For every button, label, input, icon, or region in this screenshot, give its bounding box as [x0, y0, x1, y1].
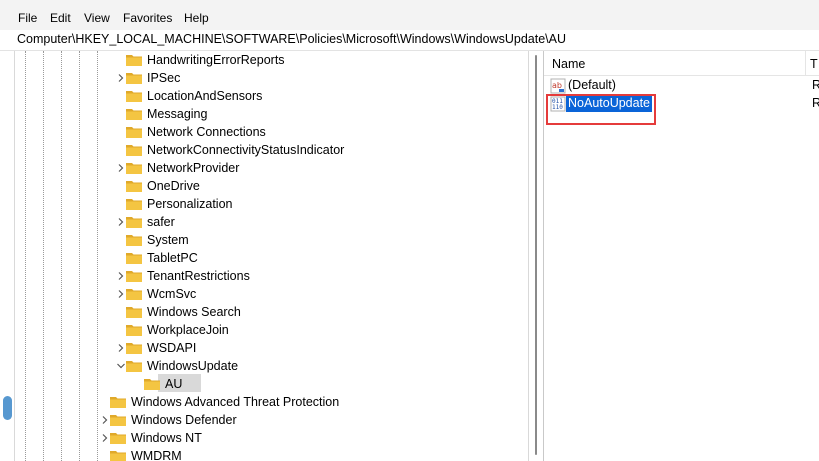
address-bar[interactable]: Computer\HKEY_LOCAL_MACHINE\SOFTWARE\Pol… [0, 30, 819, 51]
tree-item[interactable]: System [15, 232, 528, 250]
tree-item[interactable]: Personalization [15, 196, 528, 214]
tree-item-label: AU [165, 377, 183, 391]
tree-item-label: NetworkConnectivityStatusIndicator [147, 143, 345, 157]
menu-edit[interactable]: Edit [50, 11, 71, 25]
folder-icon [110, 451, 126, 461]
tree-item[interactable]: WcmSvc [15, 286, 528, 304]
tree-item[interactable]: Network Connections [15, 124, 528, 142]
tree-item-label: Messaging [147, 107, 208, 121]
tree-item-label: Windows Advanced Threat Protection [131, 395, 340, 409]
tree-item-label: OneDrive [147, 179, 200, 193]
tree-item[interactable]: NetworkProvider [15, 160, 528, 178]
highlight-annotation-box [546, 94, 656, 125]
tree-item[interactable]: TabletPC [15, 250, 528, 268]
tree-item-label: WcmSvc [147, 287, 197, 301]
tree-scrollbar[interactable] [528, 51, 544, 461]
menu-file[interactable]: File [18, 11, 37, 25]
folder-icon [126, 127, 142, 138]
tree-item-label: WSDAPI [147, 341, 197, 355]
folder-icon [110, 415, 126, 426]
folder-icon [126, 163, 142, 174]
folder-icon [110, 433, 126, 444]
folder-icon [126, 325, 142, 336]
value-type: R [812, 78, 819, 92]
tree-item-label: Network Connections [147, 125, 266, 139]
tree-item[interactable]: OneDrive [15, 178, 528, 196]
tree-item-label: Windows Defender [131, 413, 237, 427]
folder-icon [126, 307, 142, 318]
address-path: Computer\HKEY_LOCAL_MACHINE\SOFTWARE\Pol… [17, 32, 566, 46]
folder-icon [126, 109, 142, 120]
column-name[interactable]: Name [552, 57, 585, 71]
tree-item[interactable]: WorkplaceJoin [15, 322, 528, 340]
tree-item[interactable]: Windows Search [15, 304, 528, 322]
tree-item-label: Personalization [147, 197, 233, 211]
value-row-default[interactable]: ab (Default) R [544, 77, 819, 95]
tree-item-label: TabletPC [147, 251, 198, 265]
folder-icon [126, 343, 142, 354]
folder-icon [126, 145, 142, 156]
tree-item-label: WindowsUpdate [147, 359, 239, 373]
tree-item-label: IPSec [147, 71, 181, 85]
tree-item[interactable]: Messaging [15, 106, 528, 124]
menu-favorites[interactable]: Favorites [123, 11, 172, 25]
tree-item[interactable]: AU [15, 376, 528, 394]
tree-item-label: LocationAndSensors [147, 89, 263, 103]
tree-item[interactable]: HandwritingErrorReports [15, 52, 528, 70]
tree-item-label: System [147, 233, 189, 247]
left-edge [0, 51, 15, 461]
tree-item-label: NetworkProvider [147, 161, 240, 175]
tree-item[interactable]: WSDAPI [15, 340, 528, 358]
column-header: Name T [544, 51, 819, 76]
folder-icon [126, 235, 142, 246]
tree-item-label: WorkplaceJoin [147, 323, 229, 337]
tree-item[interactable]: Windows NT [15, 430, 528, 448]
tree-item[interactable]: WMDRM [15, 448, 528, 461]
tree-item[interactable]: Windows Advanced Threat Protection [15, 394, 528, 412]
column-type[interactable]: T [810, 57, 818, 71]
tree-item-label: TenantRestrictions [147, 269, 250, 283]
tree-item[interactable]: IPSec [15, 70, 528, 88]
column-separator[interactable] [805, 51, 806, 75]
folder-icon [126, 289, 142, 300]
folder-icon [126, 253, 142, 264]
value-type: R [812, 96, 819, 110]
tree-item[interactable]: LocationAndSensors [15, 88, 528, 106]
tree-item-label: Windows Search [147, 305, 241, 319]
folder-icon [126, 217, 142, 228]
folder-icon [126, 91, 142, 102]
tree-item-label: WMDRM [131, 449, 182, 461]
folder-icon [144, 379, 160, 390]
tree-item[interactable]: Windows Defender [15, 412, 528, 430]
tree-item-label: safer [147, 215, 175, 229]
tree-item-label: Windows NT [131, 431, 202, 445]
folder-icon [126, 199, 142, 210]
menu-help[interactable]: Help [184, 11, 209, 25]
svg-text:ab: ab [552, 81, 562, 90]
tree-item[interactable]: WindowsUpdate [15, 358, 528, 376]
string-value-icon: ab [550, 78, 566, 94]
folder-icon [126, 361, 142, 372]
scrollbar-thumb[interactable] [535, 55, 537, 455]
folder-icon [126, 55, 142, 66]
value-name: (Default) [568, 78, 616, 92]
folder-icon [126, 271, 142, 282]
menu-view[interactable]: View [84, 11, 110, 25]
tree-item[interactable]: NetworkConnectivityStatusIndicator [15, 142, 528, 160]
tree-item[interactable]: TenantRestrictions [15, 268, 528, 286]
folder-icon [110, 397, 126, 408]
tree-item[interactable]: safer [15, 214, 528, 232]
background-window-fragment [3, 396, 12, 420]
tree-item-label: HandwritingErrorReports [147, 53, 285, 67]
folder-icon [126, 73, 142, 84]
key-tree[interactable]: HandwritingErrorReports IPSec LocationAndS… [15, 51, 528, 461]
folder-icon [126, 181, 142, 192]
menu-bar: File Edit View Favorites Help [0, 0, 819, 30]
